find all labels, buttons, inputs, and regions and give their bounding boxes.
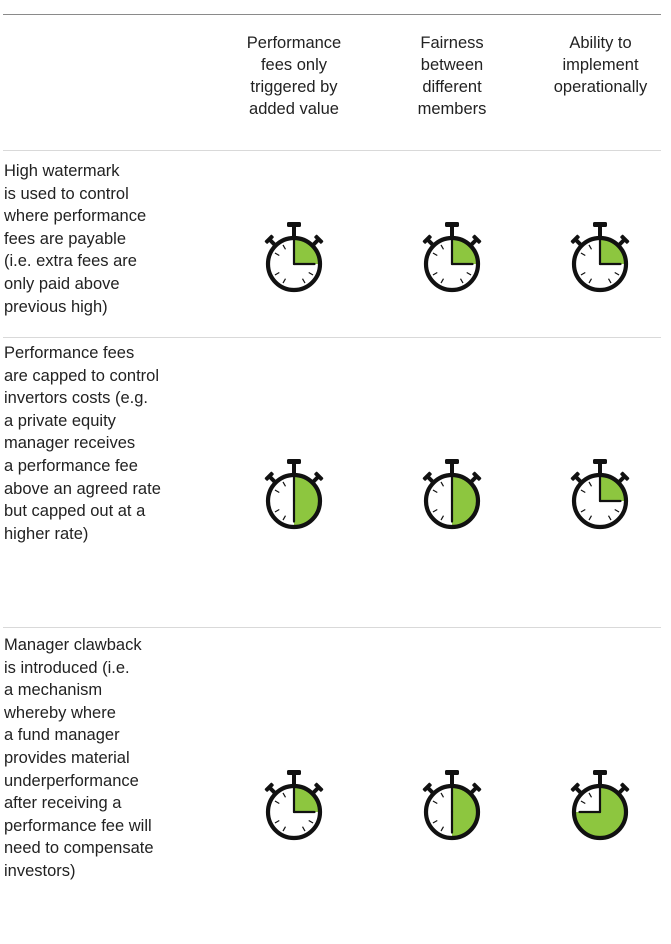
table-row: Manager clawback is introduced (i.e. a m…: [0, 634, 671, 944]
row-label-line: provides material: [4, 748, 130, 767]
row-divider: [3, 337, 661, 338]
stopwatch-svg: [570, 459, 630, 530]
stopwatch-svg: [422, 770, 482, 841]
table-row: High watermark is used to control where …: [0, 160, 671, 340]
row-label-line: are capped to control: [4, 366, 160, 385]
row-label-line: after receiving a: [4, 794, 122, 813]
stopwatch-icon: [569, 218, 631, 298]
row-label-line: above an agreed rate: [4, 479, 161, 498]
row-label-line: previous high): [4, 297, 108, 316]
stopwatch-svg: [422, 222, 482, 293]
stopwatch-icon: [263, 455, 325, 535]
column-header-performance-fees: Performance fees only triggered by added…: [218, 32, 370, 120]
stopwatch-svg: [422, 459, 482, 530]
row-label-line: a fund manager: [4, 726, 120, 745]
row-label-line: performance fee will: [4, 816, 152, 835]
column-header-fairness: Fairness between different members: [386, 32, 518, 120]
column-header-line: triggered by: [250, 78, 338, 96]
stopwatch-icon: [569, 766, 631, 846]
stopwatch-icon: [263, 218, 325, 298]
row-label: High watermark is used to control where …: [4, 160, 234, 318]
stopwatch-icon: [263, 766, 325, 846]
table-row: Performance fees are capped to control i…: [0, 342, 671, 618]
column-header-line: implement: [562, 56, 639, 74]
row-label-line: High watermark: [4, 162, 120, 180]
column-header-line: Performance: [246, 34, 342, 52]
row-label-line: Manager clawback: [4, 636, 142, 654]
row-label-line: fees are payable: [4, 229, 127, 248]
column-header-line: different: [422, 78, 482, 96]
column-header-ability: Ability to implement operationally: [530, 32, 671, 98]
stopwatch-svg: [570, 770, 630, 841]
row-label-line: higher rate): [4, 524, 89, 543]
row-label-line: a mechanism: [4, 681, 103, 700]
column-header-line: added value: [249, 100, 339, 118]
row-label-line: (i.e. extra fees are: [4, 252, 137, 271]
stopwatch-svg: [570, 222, 630, 293]
row-label-line: underperformance: [4, 771, 139, 790]
row-label-line: is used to control: [4, 184, 129, 203]
row-label-line: invertors costs (e.g.: [4, 389, 148, 408]
row-label-line: only paid above: [4, 274, 120, 293]
row-label-line: a private equity: [4, 411, 116, 430]
stopwatch-icon: [421, 455, 483, 535]
row-label-line: is introduced (i.e.: [4, 658, 130, 677]
stopwatch-svg: [264, 459, 324, 530]
column-header-line: Fairness: [420, 34, 484, 52]
row-label-line: whereby where: [4, 703, 116, 722]
row-label: Performance fees are capped to control i…: [4, 342, 234, 545]
rating-table: Performance fees only triggered by added…: [0, 0, 671, 944]
stopwatch-icon: [421, 766, 483, 846]
row-label-line: where performance: [4, 207, 147, 226]
stopwatch-svg: [264, 222, 324, 293]
column-header-line: fees only: [260, 56, 328, 74]
column-header-line: members: [417, 100, 487, 118]
row-label-line: investors): [4, 861, 76, 880]
row-label-line: a performance fee: [4, 456, 138, 475]
column-header-line: between: [420, 56, 484, 74]
row-label: Manager clawback is introduced (i.e. a m…: [4, 634, 234, 883]
column-header-line: operationally: [553, 78, 648, 96]
row-divider: [3, 150, 661, 151]
stopwatch-svg: [264, 770, 324, 841]
row-label-line: manager receives: [4, 434, 136, 453]
row-label-line: Performance fees: [4, 344, 135, 362]
column-header-line: Ability to: [569, 34, 632, 52]
top-divider: [3, 14, 661, 15]
row-divider: [3, 627, 661, 628]
stopwatch-icon: [569, 455, 631, 535]
row-label-line: need to compensate: [4, 839, 154, 858]
stopwatch-icon: [421, 218, 483, 298]
row-label-line: but capped out at a: [4, 502, 146, 521]
table-header: Performance fees only triggered by added…: [0, 32, 671, 150]
